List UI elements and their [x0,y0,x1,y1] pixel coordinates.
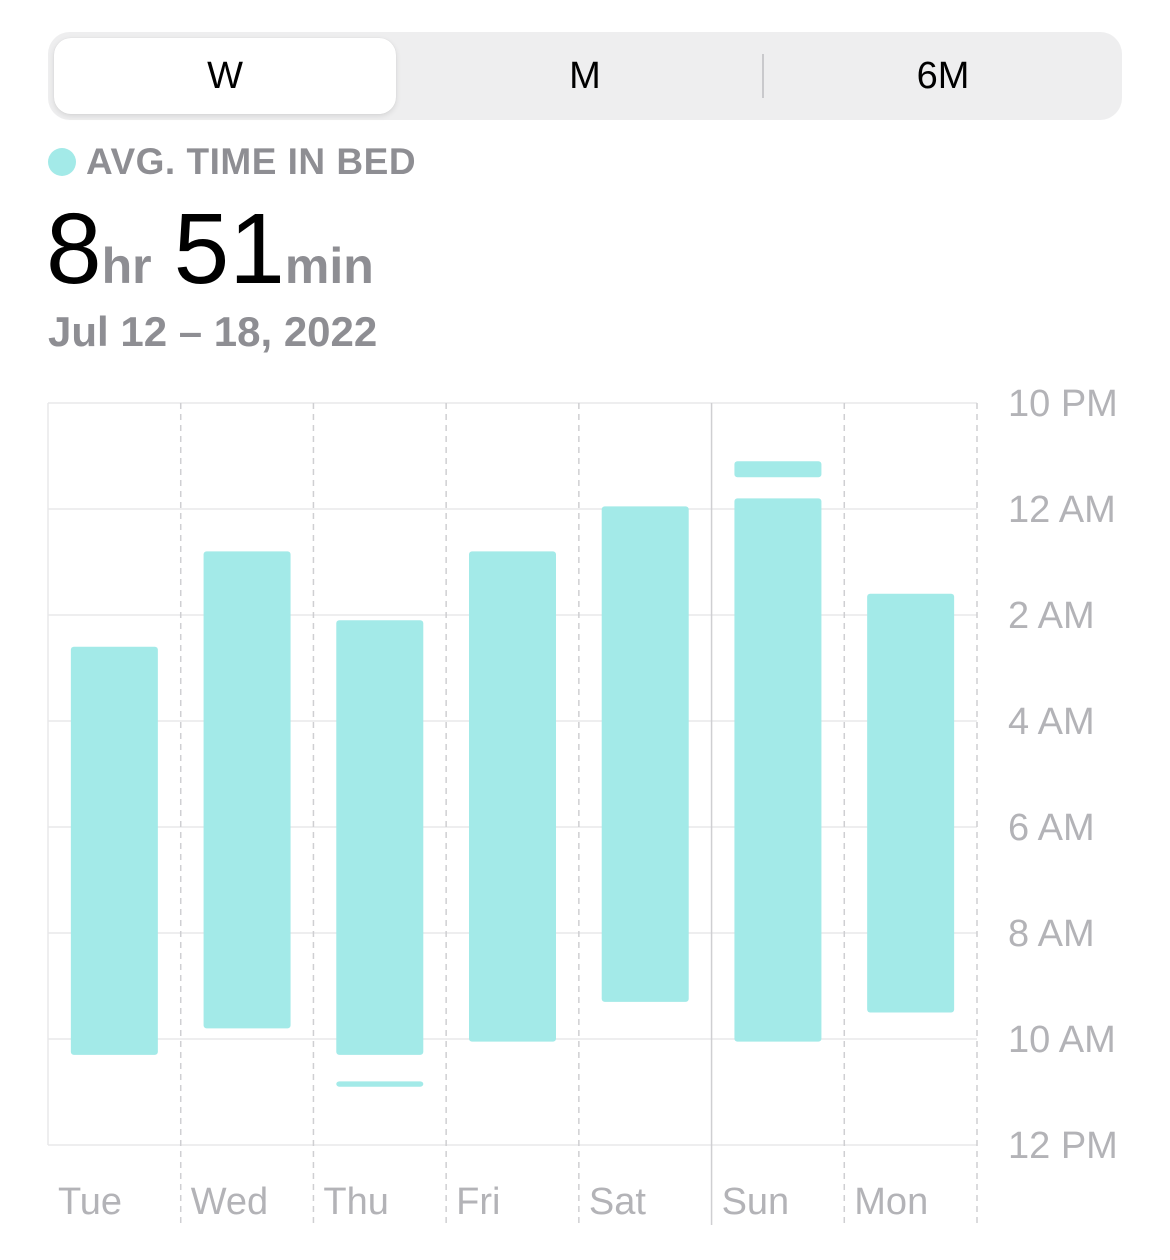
segment-week[interactable]: W [48,32,402,120]
x-tick-label: Mon [854,1181,928,1223]
x-tick-label: Tue [58,1181,122,1223]
x-tick-label: Sun [722,1181,790,1223]
legend-dot-icon [48,148,76,176]
date-range: Jul 12 – 18, 2022 [48,308,378,355]
y-tick-label: 12 AM [1008,489,1116,531]
sleep-chart[interactable]: 10 PM 12 AM 2 AM 4 AM 6 AM 8 AM 10 AM 12 PM Tue W… [0,380,1170,1240]
sleep-bar[interactable] [336,1081,424,1087]
x-tick-label: Wed [191,1181,268,1223]
metric-label: AVG. TIME IN BED [48,140,416,184]
minutes-unit: min [284,238,374,294]
hours-unit: hr [101,238,152,294]
hours-value: 8 [46,193,102,305]
y-tick-label: 10 AM [1008,1019,1116,1061]
sleep-bar[interactable] [734,461,822,478]
sleep-bar[interactable] [867,593,955,1013]
sleep-bar[interactable] [734,498,822,1042]
average-value: 8hr 51min [46,192,396,305]
sleep-bar[interactable] [469,551,556,1042]
x-tick-label: Fri [456,1181,500,1223]
sleep-bar[interactable] [601,506,689,1002]
minutes-value: 51 [173,193,285,305]
y-tick-label: 8 AM [1008,913,1095,955]
y-tick-label: 12 PM [1008,1125,1118,1167]
sleep-bar[interactable] [336,620,424,1055]
segment-month[interactable]: M [406,32,764,120]
y-tick-label: 6 AM [1008,807,1095,849]
sleep-bar[interactable] [70,646,158,1055]
sleep-bar[interactable] [203,551,291,1029]
y-tick-label: 4 AM [1008,701,1095,743]
metric-label-text: AVG. TIME IN BED [86,141,417,182]
segment-six-months[interactable]: 6M [764,32,1122,120]
time-range-segmented-control: W M 6M [48,32,1122,120]
y-tick-label: 2 AM [1008,595,1095,637]
x-tick-label: Sat [589,1181,646,1223]
y-tick-label: 10 PM [1008,383,1118,425]
x-tick-label: Thu [323,1181,388,1223]
